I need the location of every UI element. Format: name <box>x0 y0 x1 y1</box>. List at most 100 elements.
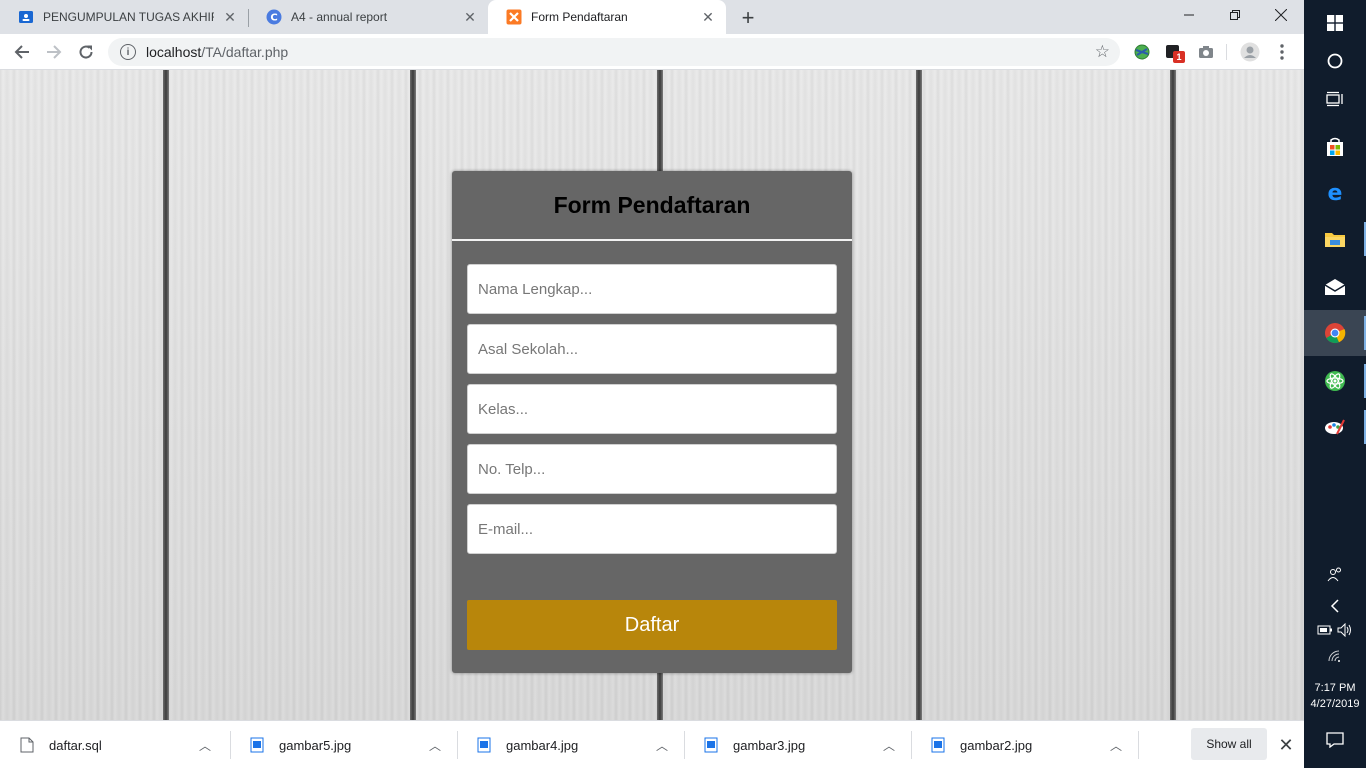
download-divider <box>1138 731 1139 759</box>
download-item[interactable]: gambar2.jpg ︿ <box>911 721 1138 768</box>
download-item[interactable]: gambar4.jpg ︿ <box>457 721 684 768</box>
taskbar-atom[interactable] <box>1304 358 1366 404</box>
screenshot-extension-button[interactable] <box>1192 38 1220 66</box>
download-filename: gambar5.jpg <box>279 737 352 753</box>
chevron-up-icon[interactable]: ︿ <box>652 737 672 754</box>
task-view-button[interactable] <box>1304 76 1366 122</box>
tab-form-pendaftaran[interactable]: Form Pendaftaran ✕ <box>488 0 726 34</box>
new-tab-button[interactable]: + <box>734 4 762 32</box>
chevron-up-icon[interactable]: ︿ <box>195 737 215 754</box>
tab-classroom[interactable]: PENGUMPULAN TUGAS AKHIR W ✕ <box>0 0 248 34</box>
tab-canva[interactable]: C A4 - annual report ✕ <box>248 0 488 34</box>
more-vert-icon <box>1280 44 1284 60</box>
download-filename: gambar3.jpg <box>733 737 806 753</box>
windows-taskbar: e 7:17 PM 4/27/2019 <box>1304 0 1366 768</box>
close-tab-icon[interactable]: ✕ <box>700 9 716 25</box>
globe-extension-icon <box>1134 44 1150 60</box>
avatar-icon <box>1240 42 1260 62</box>
cortana-icon <box>1327 53 1343 69</box>
toolbar-divider <box>1226 44 1227 60</box>
close-window-button[interactable] <box>1258 0 1304 30</box>
register-button[interactable]: Daftar <box>467 600 837 650</box>
download-item[interactable]: gambar5.jpg ︿ <box>230 721 457 768</box>
page-viewport: Form Pendaftaran Daftar <box>0 70 1304 720</box>
close-tab-icon[interactable]: ✕ <box>462 9 478 25</box>
show-all-downloads-button[interactable]: Show all <box>1191 728 1267 760</box>
wood-plank-gap <box>410 70 416 720</box>
taskbar-mail[interactable] <box>1304 264 1366 310</box>
image-file-icon <box>704 737 718 753</box>
edge-icon: e <box>1328 182 1343 204</box>
form-title: Form Pendaftaran <box>553 191 751 218</box>
plus-icon: + <box>741 5 755 30</box>
extension-badge-icon: 1 <box>1165 43 1185 63</box>
canva-icon: C <box>266 9 282 25</box>
url-text: localhost/TA/daftar.php <box>146 44 289 60</box>
download-filename: gambar4.jpg <box>506 737 579 753</box>
profile-button[interactable] <box>1236 38 1264 66</box>
network-button[interactable] <box>1304 646 1366 666</box>
forward-arrow-icon <box>47 45 62 59</box>
svg-text:C: C <box>270 13 277 24</box>
close-download-shelf-button[interactable]: ✕ <box>1274 733 1298 757</box>
class-input[interactable] <box>467 384 837 434</box>
back-button[interactable] <box>8 38 36 66</box>
people-icon <box>1327 567 1341 582</box>
phone-input[interactable] <box>467 444 837 494</box>
system-tray-status <box>1304 620 1366 640</box>
bookmark-star-icon[interactable]: ☆ <box>1095 42 1110 62</box>
address-bar[interactable]: i localhost/TA/daftar.php ☆ <box>108 38 1120 66</box>
taskbar-store[interactable] <box>1304 124 1366 170</box>
show-hidden-icons-button[interactable] <box>1304 594 1366 618</box>
google-classroom-icon <box>18 9 34 25</box>
close-icon <box>1275 9 1287 21</box>
close-tab-icon[interactable]: ✕ <box>222 9 238 25</box>
email-input[interactable] <box>467 504 837 554</box>
menu-button[interactable] <box>1268 38 1296 66</box>
people-button[interactable] <box>1304 562 1366 586</box>
chevron-up-icon[interactable]: ︿ <box>1106 737 1126 754</box>
forward-button[interactable] <box>40 38 68 66</box>
wood-plank-gap <box>1170 70 1176 720</box>
file-icon <box>20 737 34 753</box>
restore-icon <box>1230 10 1240 20</box>
form-divider <box>452 239 852 241</box>
camera-icon <box>1199 46 1213 58</box>
taskbar-file-explorer[interactable] <box>1304 216 1366 262</box>
chevron-up-icon[interactable]: ︿ <box>879 737 899 754</box>
svg-text:e: e <box>1328 182 1343 204</box>
image-file-icon <box>477 737 491 753</box>
back-arrow-icon <box>14 45 29 59</box>
clock-date: 4/27/2019 <box>1310 698 1360 710</box>
mail-icon <box>1324 279 1346 295</box>
taskbar-paint[interactable] <box>1304 404 1366 450</box>
full-name-input[interactable] <box>467 264 837 314</box>
action-center-button[interactable] <box>1304 728 1366 752</box>
taskbar-edge[interactable]: e <box>1304 170 1366 216</box>
chevron-left-icon <box>1330 599 1339 613</box>
extension-button[interactable] <box>1128 38 1156 66</box>
minimize-button[interactable] <box>1166 0 1212 30</box>
download-filename: gambar2.jpg <box>960 737 1033 753</box>
taskbar-chrome[interactable] <box>1304 310 1366 356</box>
system-clock[interactable]: 7:17 PM 4/27/2019 <box>1304 680 1366 712</box>
task-view-icon <box>1326 91 1343 107</box>
download-item[interactable]: daftar.sql ︿ <box>0 721 227 768</box>
download-item[interactable]: gambar3.jpg ︿ <box>684 721 911 768</box>
site-info-icon[interactable]: i <box>120 44 136 60</box>
download-filename: daftar.sql <box>49 737 102 753</box>
image-file-icon <box>931 737 945 753</box>
battery-icon[interactable] <box>1317 624 1333 636</box>
chevron-up-icon[interactable]: ︿ <box>425 737 445 754</box>
tab-title: PENGUMPULAN TUGAS AKHIR W <box>43 10 214 24</box>
extension-button[interactable]: 1 <box>1160 38 1188 66</box>
reload-button[interactable] <box>72 38 100 66</box>
school-input[interactable] <box>467 324 837 374</box>
atom-editor-icon <box>1325 371 1345 391</box>
restore-button[interactable] <box>1212 0 1258 30</box>
microsoft-store-icon <box>1327 137 1343 156</box>
volume-icon[interactable] <box>1337 623 1353 637</box>
chrome-icon <box>1325 323 1346 344</box>
paint-icon <box>1325 419 1345 435</box>
wood-plank-gap <box>163 70 169 720</box>
